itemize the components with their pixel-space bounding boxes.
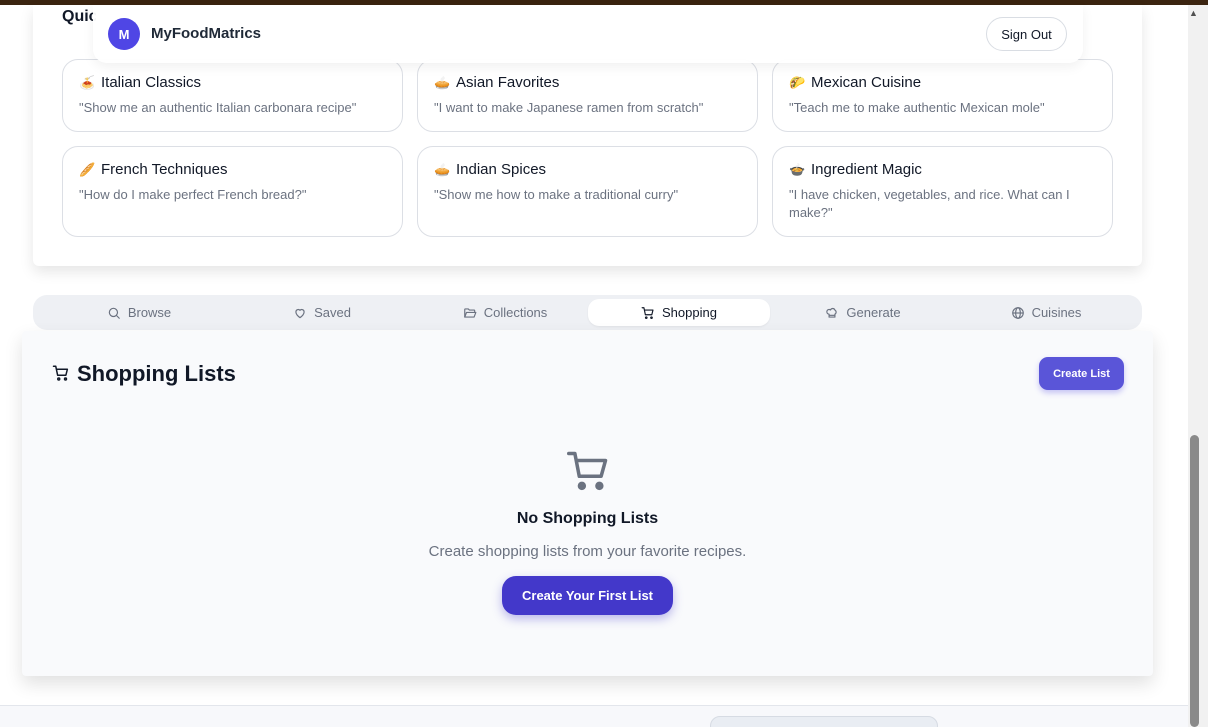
spaghetti-icon: 🍝 [79,74,96,90]
empty-state-description: Create shopping lists from your favorite… [428,543,747,560]
quick-start-title: Quic [62,8,96,25]
prompt-title: Mexican Cuisine [811,74,922,91]
bottom-pill[interactable] [710,716,938,727]
prompt-card-french[interactable]: 🥖 French Techniques "How do I make perfec… [62,146,403,237]
tab-cuisines[interactable]: Cuisines [955,299,1137,326]
tab-label: Generate [846,305,901,320]
sign-out-button[interactable]: Sign Out [986,17,1067,51]
prompt-card-asian[interactable]: 🥧 Asian Favorites "I want to make Japanes… [417,59,758,132]
taco-icon: 🌮 [789,74,806,90]
create-first-list-button[interactable]: Create Your First List [502,576,673,615]
create-list-button[interactable]: Create List [1039,357,1124,390]
stew-icon: 🍲 [789,161,806,177]
heart-icon [295,308,305,318]
tab-bar: Browse Saved Collections Shopping Genera… [33,295,1142,330]
tab-collections[interactable]: Collections [414,299,596,326]
prompt-text: "Show me an authentic Italian carbonara … [79,100,357,115]
cart-icon [641,306,654,319]
bowl-icon: 🥧 [434,161,451,177]
prompt-card-ingredient[interactable]: 🍲 Ingredient Magic "I have chicken, veget… [772,146,1113,237]
avatar[interactable]: M [108,18,140,50]
empty-cart-icon [567,451,608,491]
scrollbar-thumb[interactable] [1190,435,1199,727]
prompt-text: "How do I make perfect French bread?" [79,187,307,202]
globe-icon [1011,306,1024,319]
bread-icon: 🥖 [79,161,96,177]
tab-label: Cuisines [1031,305,1082,320]
tab-generate[interactable]: Generate [772,299,954,326]
prompt-card-mexican[interactable]: 🌮 Mexican Cuisine "Teach me to make authe… [772,59,1113,132]
prompt-text: "Teach me to make authentic Mexican mole… [789,100,1045,115]
prompt-card-italian[interactable]: 🍝 Italian Classics "Show me an authentic … [62,59,403,132]
chef-hat-icon [826,307,838,318]
cart-icon [52,365,69,381]
tab-saved[interactable]: Saved [231,299,413,326]
prompt-title: Italian Classics [101,74,202,91]
page-title: Shopping Lists [77,361,236,386]
prompt-text: "I want to make Japanese ramen from scra… [434,100,704,115]
bottom-bar [0,705,1188,727]
folder-open-icon [463,307,477,318]
prompt-text: "I have chicken, vegetables, and rice. W… [789,187,1070,220]
brand-name: MyFoodMatrics [151,25,262,42]
tab-label: Collections [483,305,548,320]
prompt-title: French Techniques [101,161,228,178]
tab-label: Saved [314,305,351,320]
tab-label: Shopping [662,305,717,320]
empty-state-title: No Shopping Lists [516,510,659,527]
search-icon [108,307,120,319]
scroll-up-arrow-icon[interactable]: ▲ [1189,8,1198,18]
tab-shopping[interactable]: Shopping [588,299,770,326]
prompt-text: "Show me how to make a traditional curry… [434,187,679,202]
tab-label: Browse [127,305,172,320]
bowl-icon: 🥧 [434,74,451,90]
tab-browse[interactable]: Browse [48,299,230,326]
prompt-title: Ingredient Magic [811,161,922,178]
prompt-card-indian[interactable]: 🥧 Indian Spices "Show me how to make a tr… [417,146,758,237]
prompt-title: Indian Spices [456,161,547,178]
prompt-title: Asian Favorites [456,74,560,91]
app-header: M MyFoodMatrics Sign Out [93,5,1083,63]
